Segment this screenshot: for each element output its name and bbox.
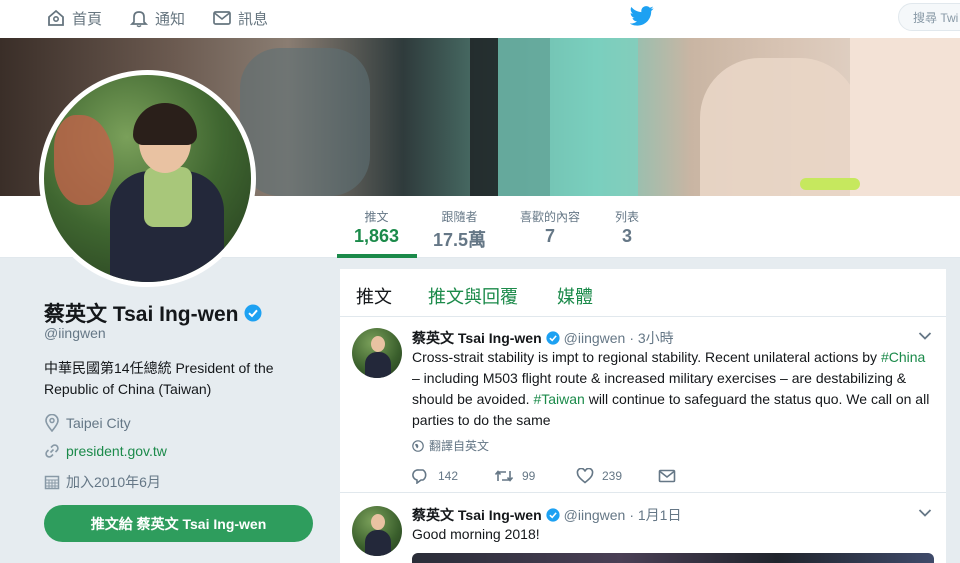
globe-icon: [412, 439, 424, 452]
tweet-handle[interactable]: @iingwen: [564, 507, 626, 523]
profile-joined: 加入2010年6月: [44, 472, 161, 492]
tweet-header: 蔡英文 Tsai Ing-wen @iingwen · 1月1日: [412, 505, 681, 525]
nav-home[interactable]: 首頁: [46, 6, 102, 30]
calendar-icon: [44, 475, 60, 490]
chevron-down-icon[interactable]: [918, 508, 932, 518]
tweet-handle[interactable]: @iingwen: [564, 330, 626, 346]
envelope-icon: [658, 469, 676, 483]
retweet-icon: [494, 470, 514, 482]
stat-likes[interactable]: 喜歡的內容 7: [520, 208, 580, 247]
verified-badge-icon: [546, 508, 560, 522]
search-input[interactable]: 搜尋 Twi: [898, 3, 960, 31]
stat-tweets[interactable]: 推文 1,863: [354, 208, 399, 247]
tweet-author-name[interactable]: 蔡英文 Tsai Ing-wen: [412, 505, 542, 525]
stat-followers-label: 跟隨者: [441, 210, 478, 224]
profile-name[interactable]: 蔡英文 Tsai Ing-wen: [44, 298, 262, 328]
twitter-bird-icon[interactable]: [630, 5, 654, 27]
nav-messages-label: 訊息: [238, 10, 269, 28]
hashtag-link[interactable]: #Taiwan: [533, 391, 584, 407]
tweet-text: Good morning 2018!: [412, 526, 540, 542]
nav-notifications-label: 通知: [155, 10, 186, 28]
translate-label: 翻譯自英文: [429, 439, 490, 453]
stat-lists[interactable]: 列表 3: [615, 208, 639, 247]
verified-badge-icon: [244, 304, 262, 322]
stat-lists-value: 3: [622, 226, 633, 246]
retweet-button[interactable]: 99: [494, 468, 576, 484]
translate-tweet[interactable]: 翻譯自英文: [412, 437, 489, 454]
nav-home-label: 首頁: [72, 10, 103, 28]
tab-tweets-replies[interactable]: 推文與回覆: [428, 283, 518, 309]
tweet-text: Cross-strait stability is impt to region…: [412, 347, 932, 431]
active-tab-indicator: [337, 254, 417, 258]
profile-location-text: Taipei City: [66, 415, 131, 431]
envelope-icon: [213, 11, 231, 25]
direct-message-button[interactable]: [658, 469, 740, 483]
stat-lists-label: 列表: [615, 210, 640, 224]
tweet-avatar[interactable]: [352, 328, 402, 378]
stat-likes-value: 7: [545, 226, 556, 246]
tweet-item[interactable]: 蔡英文 Tsai Ing-wen @iingwen · 1月1日 Good mo…: [340, 493, 946, 563]
hashtag-link[interactable]: #China: [881, 349, 925, 365]
profile-location: Taipei City: [44, 414, 131, 432]
profile-website[interactable]: president.gov.tw: [44, 443, 167, 459]
tab-media[interactable]: 媒體: [557, 283, 593, 309]
link-icon: [45, 444, 59, 458]
heart-icon: [576, 468, 594, 484]
nav-notifications[interactable]: 通知: [129, 6, 185, 30]
profile-avatar[interactable]: [39, 70, 256, 287]
home-icon: [48, 9, 64, 26]
profile-name-text: 蔡英文 Tsai Ing-wen: [44, 303, 239, 326]
tweet-text-part: Cross-strait stability is impt to region…: [412, 349, 881, 365]
reply-count: 142: [438, 469, 459, 483]
bell-icon: [129, 11, 149, 28]
tweet-avatar[interactable]: [352, 506, 402, 556]
stat-likes-label: 喜歡的內容: [520, 210, 581, 224]
top-nav: 首頁 通知 訊息 搜尋 Twi: [0, 0, 960, 38]
profile-bio: 中華民國第14任總統 President of the Republic of …: [44, 360, 274, 397]
profile-website-link[interactable]: president.gov.tw: [66, 443, 167, 459]
stat-tweets-value: 1,863: [354, 226, 400, 246]
tweet-author-name[interactable]: 蔡英文 Tsai Ing-wen: [412, 328, 542, 348]
profile-handle[interactable]: @iingwen: [44, 325, 106, 341]
tweet-to-button[interactable]: 推文給 蔡英文 Tsai Ing-wen: [44, 505, 313, 542]
tweet-header: 蔡英文 Tsai Ing-wen @iingwen · 3小時: [412, 328, 674, 348]
reply-icon: [412, 469, 427, 484]
like-count: 239: [602, 469, 623, 483]
tweet-media[interactable]: [412, 553, 934, 563]
stat-followers[interactable]: 跟隨者 17.5萬: [433, 208, 486, 252]
chevron-down-icon[interactable]: [918, 331, 932, 341]
stat-tweets-label: 推文: [364, 210, 389, 224]
tweet-actions: 142 99 239: [412, 468, 740, 484]
location-pin-icon: [45, 414, 59, 432]
stat-followers-value: 17.5萬: [433, 230, 487, 250]
tweet-time[interactable]: · 3小時: [629, 328, 673, 348]
verified-badge-icon: [546, 331, 560, 345]
timeline-tabs: 推文 推文與回覆 媒體: [340, 269, 946, 317]
reply-button[interactable]: 142: [412, 468, 494, 484]
tweet-item[interactable]: 蔡英文 Tsai Ing-wen @iingwen · 3小時 Cross-st…: [340, 317, 946, 493]
like-button[interactable]: 239: [576, 468, 658, 484]
nav-messages[interactable]: 訊息: [212, 6, 268, 30]
tweet-time[interactable]: · 1月1日: [629, 505, 681, 525]
retweet-count: 99: [522, 469, 536, 483]
timeline: 推文 推文與回覆 媒體 蔡英文 Tsai Ing-wen @iingwen · …: [340, 269, 946, 563]
profile-joined-text: 加入2010年6月: [66, 474, 161, 490]
tab-tweets[interactable]: 推文: [356, 283, 392, 309]
